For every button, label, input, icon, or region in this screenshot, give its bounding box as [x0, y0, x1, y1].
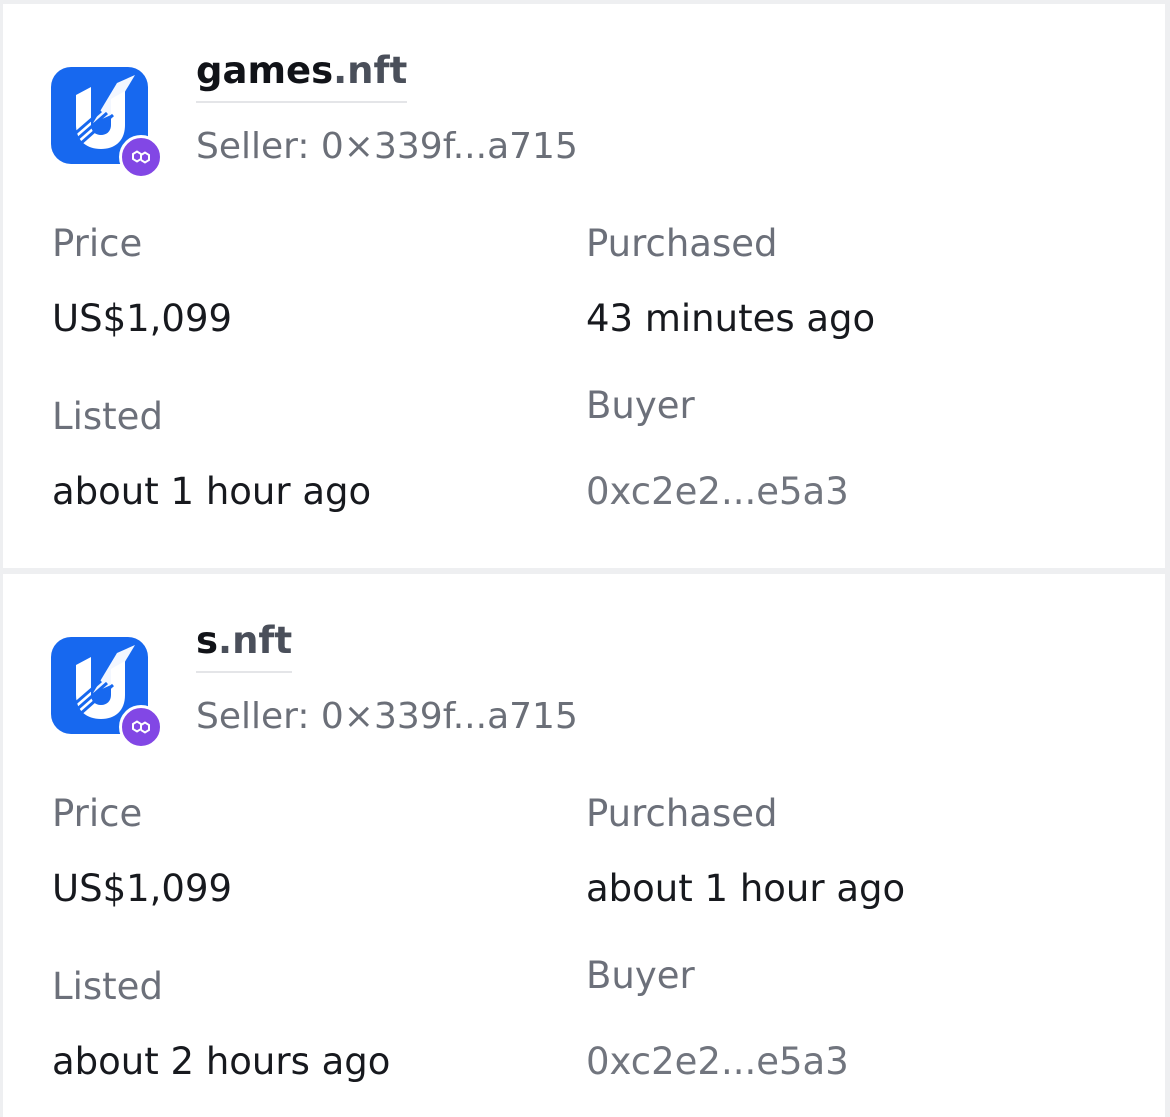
- seller-info: Seller: 0×339f...a715: [196, 125, 578, 169]
- price-label: Price: [52, 222, 143, 265]
- purchased-label: Purchased: [586, 792, 778, 835]
- unstoppable-domains-logo-icon[interactable]: [51, 637, 163, 749]
- unstoppable-domains-logo-icon[interactable]: [51, 67, 163, 179]
- sale-card: s.nft Seller: 0×339f...a715 Price US$1,0…: [3, 574, 1165, 1117]
- purchased-value: about 1 hour ago: [586, 867, 906, 910]
- price-label: Price: [52, 792, 143, 835]
- purchased-value: 43 minutes ago: [586, 297, 876, 340]
- listed-value: about 1 hour ago: [52, 470, 372, 513]
- price-value: US$1,099: [52, 297, 233, 340]
- polygon-icon: [119, 705, 163, 749]
- seller-address[interactable]: 0×339f...a715: [321, 696, 578, 737]
- domain-extension: .nft: [218, 619, 293, 662]
- sale-card: games.nft Seller: 0×339f...a715 Price US…: [3, 4, 1165, 568]
- purchased-label: Purchased: [586, 222, 778, 265]
- seller-label: Seller:: [196, 696, 310, 737]
- listed-label: Listed: [52, 965, 163, 1008]
- listed-label: Listed: [52, 395, 163, 438]
- buyer-address-link[interactable]: 0xc2e2...e5a3: [586, 1040, 849, 1084]
- domain-extension: .nft: [333, 49, 408, 92]
- seller-address[interactable]: 0×339f...a715: [321, 126, 578, 167]
- buyer-label: Buyer: [586, 384, 695, 427]
- price-value: US$1,099: [52, 867, 233, 910]
- sales-list: games.nft Seller: 0×339f...a715 Price US…: [0, 0, 1170, 1117]
- buyer-address-link[interactable]: 0xc2e2...e5a3: [586, 470, 849, 514]
- seller-info: Seller: 0×339f...a715: [196, 695, 578, 739]
- domain-name-link[interactable]: s.nft: [196, 619, 293, 673]
- domain-name-text: s: [196, 619, 219, 662]
- domain-name-text: games: [196, 49, 334, 92]
- seller-label: Seller:: [196, 126, 310, 167]
- listed-value: about 2 hours ago: [52, 1040, 391, 1083]
- polygon-icon: [119, 135, 163, 179]
- domain-name-link[interactable]: games.nft: [196, 49, 408, 103]
- buyer-label: Buyer: [586, 954, 695, 997]
